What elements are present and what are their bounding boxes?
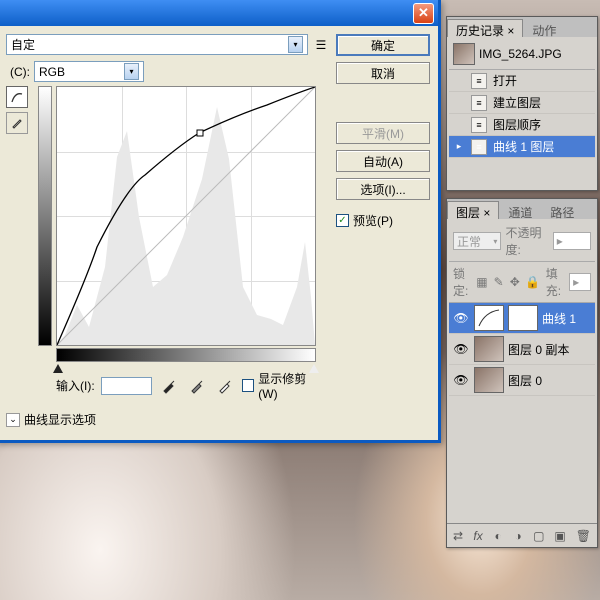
history-item[interactable]: ≡ 打开 [449,70,595,92]
history-panel: 历史记录 × 动作 IMG_5264.JPG ≡ 打开 ≡ 建立图层 ≡ 图层顺序 ▸ ≡ 曲线… [446,16,598,191]
mask-icon[interactable]: ◐ [493,528,503,544]
ok-button[interactable]: 确定 [336,34,430,56]
tab-layers[interactable]: 图层 × [447,201,499,219]
layer-name: 曲线 1 [542,310,576,327]
visibility-eye-icon[interactable]: 👁 [452,309,470,327]
history-step-icon: ≡ [471,95,487,111]
smooth-button: 平滑(M) [336,122,430,144]
pencil-tool-button[interactable] [6,112,28,134]
input-gradient [56,348,316,362]
close-button[interactable]: ✕ [413,3,434,24]
layer-name: 图层 0 [508,372,542,389]
cancel-button[interactable]: 取消 [336,62,430,84]
preview-checkbox[interactable]: ✓ [336,214,349,227]
chevron-down-icon: ▾ [124,63,139,80]
history-snapshot[interactable]: IMG_5264.JPG [449,39,595,70]
title-bar[interactable]: ✕ [0,0,438,26]
layer-row[interactable]: 👁 图层 0 [449,365,595,396]
history-item-label: 曲线 1 图层 [493,138,554,155]
history-tabs: 历史记录 × 动作 [447,17,597,37]
visibility-eye-icon[interactable]: 👁 [452,340,470,358]
tab-channels[interactable]: 通道 [499,201,541,219]
lock-pixels-icon[interactable]: ✎ [494,275,504,289]
history-item[interactable]: ▸ ≡ 曲线 1 图层 [449,136,595,158]
show-clipping-checkbox[interactable] [242,379,255,392]
fill-label: 填充: [546,265,563,299]
lock-label: 锁定: [453,265,470,299]
history-item[interactable]: ≡ 建立图层 [449,92,595,114]
curve-graph[interactable] [56,86,316,346]
lock-all-icon[interactable]: 🔒 [526,275,540,289]
channel-value: RGB [39,65,65,79]
preset-dropdown[interactable]: 自定 ▾ [6,34,308,55]
layer-row[interactable]: 👁 曲线 1 [449,303,595,334]
auto-button[interactable]: 自动(A) [336,150,430,172]
blend-mode-dropdown[interactable]: 正常▾ [453,232,501,250]
tab-history[interactable]: 历史记录 × [447,19,523,37]
layers-panel: 图层 × 通道 路径 正常▾ 不透明度: ▸ 锁定: ▦ ✎ ✥ 🔒 填充: ▸… [446,198,598,548]
channel-label: (C): [6,65,30,79]
opacity-label: 不透明度: [505,224,548,258]
fill-field[interactable]: ▸ [569,273,591,291]
layer-thumb-curves [474,305,504,331]
pen-curve-icon [10,90,24,104]
layer-row[interactable]: 👁 图层 0 副本 [449,334,595,365]
preset-menu-icon[interactable]: ☰ [312,36,330,54]
curve-tool-button[interactable] [6,86,28,108]
folder-icon[interactable]: ▢ [533,528,544,544]
layer-name: 图层 0 副本 [508,341,569,358]
gray-eyedropper-icon[interactable] [186,375,208,397]
preset-value: 自定 [11,36,35,53]
history-item-label: 打开 [493,72,517,89]
trash-icon[interactable]: 🗑 [576,528,591,544]
layer-thumb [474,336,504,362]
layer-mask-thumb [508,305,538,331]
lock-transparent-icon[interactable]: ▦ [476,275,487,289]
black-point-slider[interactable] [53,364,63,373]
chevron-down-icon: ▾ [288,36,303,53]
tab-actions[interactable]: 动作 [523,19,565,37]
history-item-label: 建立图层 [493,94,541,111]
history-item[interactable]: ≡ 图层顺序 [449,114,595,136]
history-step-icon: ≡ [471,73,487,89]
curve-svg [57,87,315,345]
history-marker: ▸ [453,141,465,152]
white-eyedropper-icon[interactable] [214,375,236,397]
tab-paths[interactable]: 路径 [541,201,583,219]
show-clipping-label: 显示修剪(W) [258,370,324,401]
output-gradient [38,86,52,346]
snapshot-thumb [453,43,475,65]
layers-tabs: 图层 × 通道 路径 [447,199,597,219]
link-icon[interactable]: ⇄ [453,528,463,544]
expand-label: 曲线显示选项 [24,411,96,428]
history-item-label: 图层顺序 [493,116,541,133]
channel-dropdown[interactable]: RGB ▾ [34,61,144,82]
new-layer-icon[interactable]: ▣ [554,528,565,544]
expand-icon: ⌄ [6,413,20,427]
adjustment-icon[interactable]: ◑ [513,528,523,544]
preview-label: 预览(P) [353,212,393,229]
input-field[interactable] [101,377,152,395]
input-label: 输入(I): [56,377,95,394]
fx-icon[interactable]: fx [473,528,483,544]
lock-position-icon[interactable]: ✥ [510,275,520,289]
visibility-eye-icon[interactable]: 👁 [452,371,470,389]
filename: IMG_5264.JPG [479,47,562,61]
black-eyedropper-icon[interactable] [158,375,180,397]
white-point-slider[interactable] [309,364,319,373]
history-step-icon: ≡ [471,117,487,133]
options-button[interactable]: 选项(I)... [336,178,430,200]
layers-bottom-bar: ⇄ fx ◐ ◑ ▢ ▣ 🗑 [447,523,597,547]
layer-thumb [474,367,504,393]
curve-display-options-toggle[interactable]: ⌄ 曲线显示选项 [6,411,330,428]
opacity-field[interactable]: ▸ [553,232,591,250]
history-step-icon: ≡ [471,139,487,155]
curves-dialog: ✕ 自定 ▾ ☰ (C): RGB ▾ [0,0,441,443]
pencil-icon [10,116,24,130]
